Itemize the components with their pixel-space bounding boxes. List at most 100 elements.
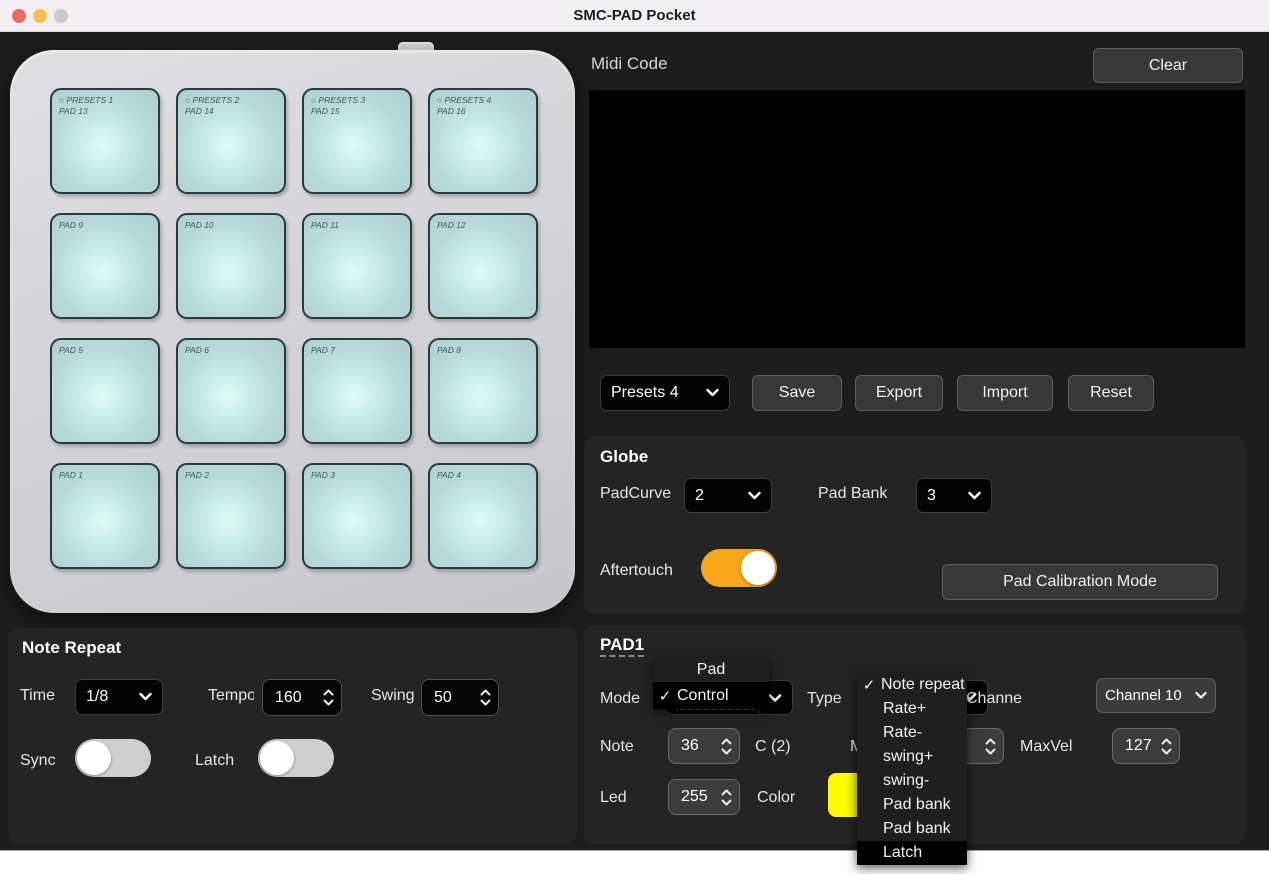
pad-1[interactable]: PAD 1 xyxy=(50,463,160,569)
pad-bank-select[interactable]: 3 xyxy=(916,478,992,513)
preset-select-value: Presets 4 xyxy=(611,384,679,402)
pad-3[interactable]: PAD 3 xyxy=(302,463,412,569)
pad-name-label: PAD 10 xyxy=(185,220,214,231)
sync-toggle[interactable] xyxy=(75,739,151,777)
pad-preset-label: ○ PRESETS 4 xyxy=(437,95,491,106)
export-button[interactable]: Export xyxy=(855,375,943,411)
note-repeat-panel: Note Repeat Time 1/8 Tempo 160 Swing 50 … xyxy=(8,628,577,843)
stepper-up-icon xyxy=(323,689,334,696)
stepper-down-icon xyxy=(323,699,334,706)
globe-title: Globe xyxy=(600,447,648,467)
stepper-up-icon xyxy=(985,738,996,745)
type-menu-item-swing-minus[interactable]: swing- xyxy=(857,769,967,793)
stepper-down-icon xyxy=(721,748,732,755)
mode-menu-item-pad[interactable]: Pad xyxy=(653,657,769,682)
pad-4[interactable]: PAD 4 xyxy=(428,463,538,569)
chevron-down-icon xyxy=(748,487,761,505)
save-button[interactable]: Save xyxy=(752,375,842,411)
maxvel-stepper[interactable]: 127 xyxy=(1112,728,1180,764)
pad-11[interactable]: PAD 11 xyxy=(302,213,412,319)
aftertouch-label: Aftertouch xyxy=(600,562,673,580)
latch-label: Latch xyxy=(195,752,234,770)
pad-name-label: PAD 5 xyxy=(59,345,83,356)
note-stepper[interactable]: 36 xyxy=(668,728,740,764)
pad-2[interactable]: PAD 2 xyxy=(176,463,286,569)
pad-name-label: PAD 15 xyxy=(311,106,365,117)
midi-console xyxy=(589,90,1245,348)
type-menu-item-swing-plus[interactable]: swing+ xyxy=(857,745,967,769)
titlebar: SMC-PAD Pocket xyxy=(0,0,1269,32)
pad-name-label: PAD 11 xyxy=(311,220,339,231)
pad-curve-label: PadCurve xyxy=(600,485,671,503)
chevron-down-icon xyxy=(139,688,152,706)
mode-menu-item-control[interactable]: ✓ Control xyxy=(653,682,769,709)
pad-8[interactable]: PAD 8 xyxy=(428,338,538,444)
sync-label: Sync xyxy=(20,752,56,770)
pad-preset-label: ○ PRESETS 1 xyxy=(59,95,113,106)
chevron-down-icon xyxy=(968,487,981,505)
pad-bank-label: Pad Bank xyxy=(818,485,887,503)
stepper-down-icon xyxy=(721,799,732,806)
pad-name-label: PAD 9 xyxy=(59,220,83,231)
pad-curve-select[interactable]: 2 xyxy=(684,478,772,513)
type-menu-item-rate-minus[interactable]: Rate- xyxy=(857,721,967,745)
stepper-down-icon xyxy=(480,699,491,706)
checkmark-icon: ✓ xyxy=(653,687,677,705)
pad-name-label: PAD 3 xyxy=(311,470,335,481)
main-content: ○ PRESETS 1PAD 13 ○ PRESETS 2PAD 14 ○ PR… xyxy=(0,32,1269,850)
type-label: Type xyxy=(807,690,842,708)
window-footer xyxy=(0,850,1269,874)
pad-name-label: PAD 8 xyxy=(437,345,461,356)
stepper-down-icon xyxy=(1161,748,1172,755)
pad-12[interactable]: PAD 12 xyxy=(428,213,538,319)
pad-calibration-button[interactable]: Pad Calibration Mode xyxy=(942,564,1218,600)
clear-button[interactable]: Clear xyxy=(1093,48,1243,83)
pad-10[interactable]: PAD 10 xyxy=(176,213,286,319)
import-button[interactable]: Import xyxy=(957,375,1053,411)
pad-5[interactable]: PAD 5 xyxy=(50,338,160,444)
reset-button[interactable]: Reset xyxy=(1068,375,1154,411)
pad-14[interactable]: ○ PRESETS 2PAD 14 xyxy=(176,88,286,194)
stepper-up-icon xyxy=(1161,738,1172,745)
chevron-down-icon xyxy=(706,384,719,402)
type-menu-item-rate-plus[interactable]: Rate+ xyxy=(857,697,967,721)
pad-15[interactable]: ○ PRESETS 3PAD 15 xyxy=(302,88,412,194)
pad-7[interactable]: PAD 7 xyxy=(302,338,412,444)
checkmark-icon: ✓ xyxy=(857,676,881,694)
note-label: Note xyxy=(600,738,634,756)
pad-name-label: PAD 4 xyxy=(437,470,461,481)
stepper-up-icon xyxy=(721,789,732,796)
stepper-down-icon xyxy=(985,748,996,755)
type-menu-item-note-repeat[interactable]: ✓ Note repeat xyxy=(857,672,967,697)
latch-toggle[interactable] xyxy=(258,739,334,777)
chevron-down-icon xyxy=(1195,687,1207,704)
pad-name-label: PAD 12 xyxy=(437,220,466,231)
type-dropdown-menu: ✓ Note repeat Rate+ Rate- swing+ swing- … xyxy=(857,672,967,865)
led-stepper[interactable]: 255 xyxy=(668,779,740,815)
time-select[interactable]: 1/8 xyxy=(75,679,163,715)
channel-select[interactable]: Channel 10 xyxy=(1096,678,1216,713)
swing-stepper[interactable]: 50 xyxy=(421,679,499,716)
tempo-stepper[interactable]: 160 xyxy=(262,679,342,716)
type-menu-item-pad-bank-1[interactable]: Pad bank xyxy=(857,793,967,817)
window-title: SMC-PAD Pocket xyxy=(0,7,1269,24)
led-label: Led xyxy=(600,789,627,807)
tempo-label: Tempo xyxy=(208,687,254,705)
mode-label: Mode xyxy=(600,690,640,708)
globe-panel: Globe PadCurve 2 Pad Bank 3 Aftertouch P… xyxy=(584,436,1245,614)
type-menu-item-latch[interactable]: Latch xyxy=(857,841,967,865)
note-name-label: C (2) xyxy=(755,738,791,756)
pad-16[interactable]: ○ PRESETS 4PAD 16 xyxy=(428,88,538,194)
pad-13[interactable]: ○ PRESETS 1PAD 13 xyxy=(50,88,160,194)
type-menu-item-pad-bank-2[interactable]: Pad bank xyxy=(857,817,967,841)
pad-device: ○ PRESETS 1PAD 13 ○ PRESETS 2PAD 14 ○ PR… xyxy=(10,50,575,613)
pad-9[interactable]: PAD 9 xyxy=(50,213,160,319)
aftertouch-toggle[interactable] xyxy=(701,549,777,587)
pad-preset-label: ○ PRESETS 2 xyxy=(185,95,239,106)
pad-name-label: PAD 1 xyxy=(59,470,83,481)
preset-select[interactable]: Presets 4 xyxy=(600,375,730,411)
channel-label: Channel xyxy=(966,690,1022,708)
pad-6[interactable]: PAD 6 xyxy=(176,338,286,444)
pad1-title: PAD1 xyxy=(600,635,644,657)
time-label: Time xyxy=(20,687,55,705)
